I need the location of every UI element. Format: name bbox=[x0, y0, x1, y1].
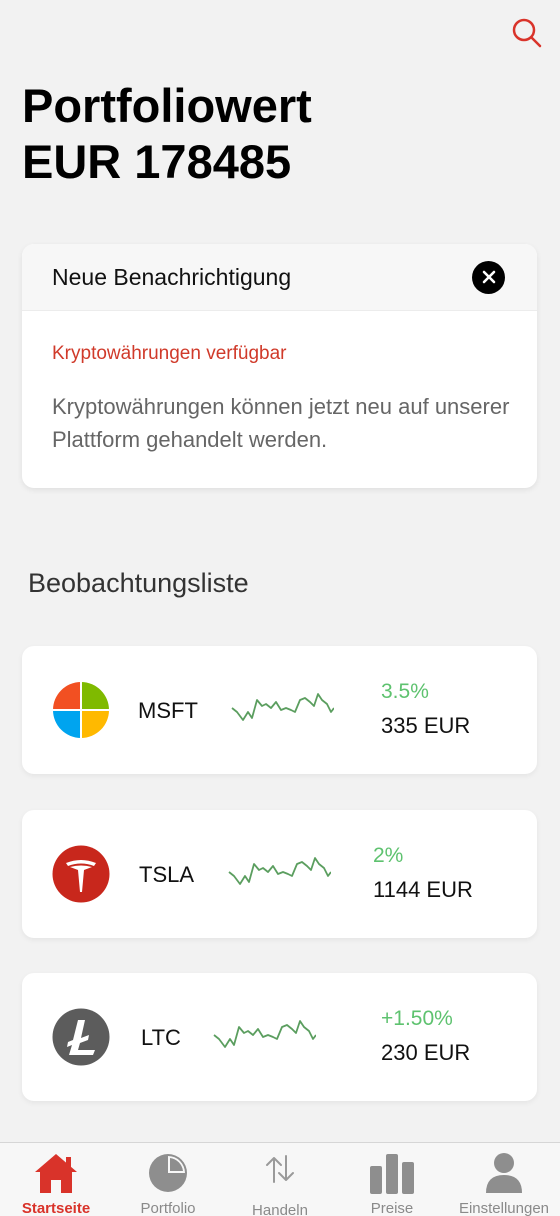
tab-einstellungen[interactable]: Einstellungen bbox=[448, 1143, 560, 1216]
watchlist-title: Beobachtungsliste bbox=[28, 568, 249, 598]
close-notification-button[interactable] bbox=[472, 260, 505, 294]
pie-chart-icon bbox=[149, 1154, 187, 1192]
close-icon bbox=[482, 270, 495, 284]
notification-card: Neue Benachrichtigung Kryptowährungen ve… bbox=[22, 244, 537, 488]
search-icon bbox=[512, 18, 542, 48]
change-percent: +1.50% bbox=[381, 1007, 453, 1030]
page-title: Portfoliowert EUR 178485 bbox=[22, 78, 312, 190]
ticker-label: LTC bbox=[141, 1025, 181, 1050]
portfolio-value: EUR 178485 bbox=[22, 135, 292, 188]
change-percent: 3.5% bbox=[381, 680, 429, 703]
watchlist-item-tsla[interactable]: TSLA 2% 1144 EUR bbox=[22, 810, 537, 938]
tab-portfolio[interactable]: Portfolio bbox=[112, 1143, 224, 1216]
notification-header: Neue Benachrichtigung bbox=[22, 244, 537, 311]
litecoin-logo-icon bbox=[52, 1008, 110, 1066]
tab-label: Preise bbox=[370, 1200, 414, 1216]
change-percent: 2% bbox=[373, 844, 404, 867]
tab-label: Einstellungen bbox=[458, 1200, 550, 1216]
notification-subtitle: Kryptowährungen verfügbar bbox=[52, 343, 287, 364]
sparkline-chart bbox=[228, 857, 331, 885]
portfolio-title: Portfoliowert bbox=[22, 79, 312, 132]
price-label: 1144 EUR bbox=[373, 877, 473, 902]
user-icon bbox=[486, 1153, 522, 1193]
notification-body: Kryptowährungen können jetzt neu auf uns… bbox=[52, 394, 510, 452]
tesla-logo-icon bbox=[52, 845, 110, 903]
home-icon bbox=[35, 1154, 77, 1193]
tab-label: Startseite bbox=[21, 1200, 91, 1216]
tab-label: Handeln bbox=[252, 1202, 308, 1216]
ticker-label: TSLA bbox=[139, 862, 195, 887]
watchlist-item-msft[interactable]: MSFT 3.5% 335 EUR bbox=[22, 646, 537, 774]
tab-startseite[interactable]: Startseite bbox=[0, 1143, 112, 1216]
swap-arrows-icon bbox=[266, 1155, 294, 1183]
notification-title: Neue Benachrichtigung bbox=[52, 263, 292, 290]
tab-handeln[interactable]: Handeln bbox=[224, 1143, 336, 1216]
sparkline-chart bbox=[231, 693, 334, 721]
search-button[interactable] bbox=[510, 16, 544, 50]
bar-chart-icon bbox=[370, 1154, 414, 1194]
tab-label: Portfolio bbox=[140, 1200, 196, 1216]
bottom-tab-bar: Startseite Portfolio Handeln Preise Eins… bbox=[0, 1142, 560, 1216]
ticker-label: MSFT bbox=[138, 698, 198, 723]
watchlist-item-ltc[interactable]: LTC +1.50% 230 EUR bbox=[22, 973, 537, 1101]
sparkline-chart bbox=[213, 1020, 316, 1048]
price-label: 335 EUR bbox=[381, 713, 471, 738]
microsoft-logo-icon bbox=[53, 682, 109, 738]
tab-preise[interactable]: Preise bbox=[336, 1143, 448, 1216]
price-label: 230 EUR bbox=[381, 1040, 471, 1065]
